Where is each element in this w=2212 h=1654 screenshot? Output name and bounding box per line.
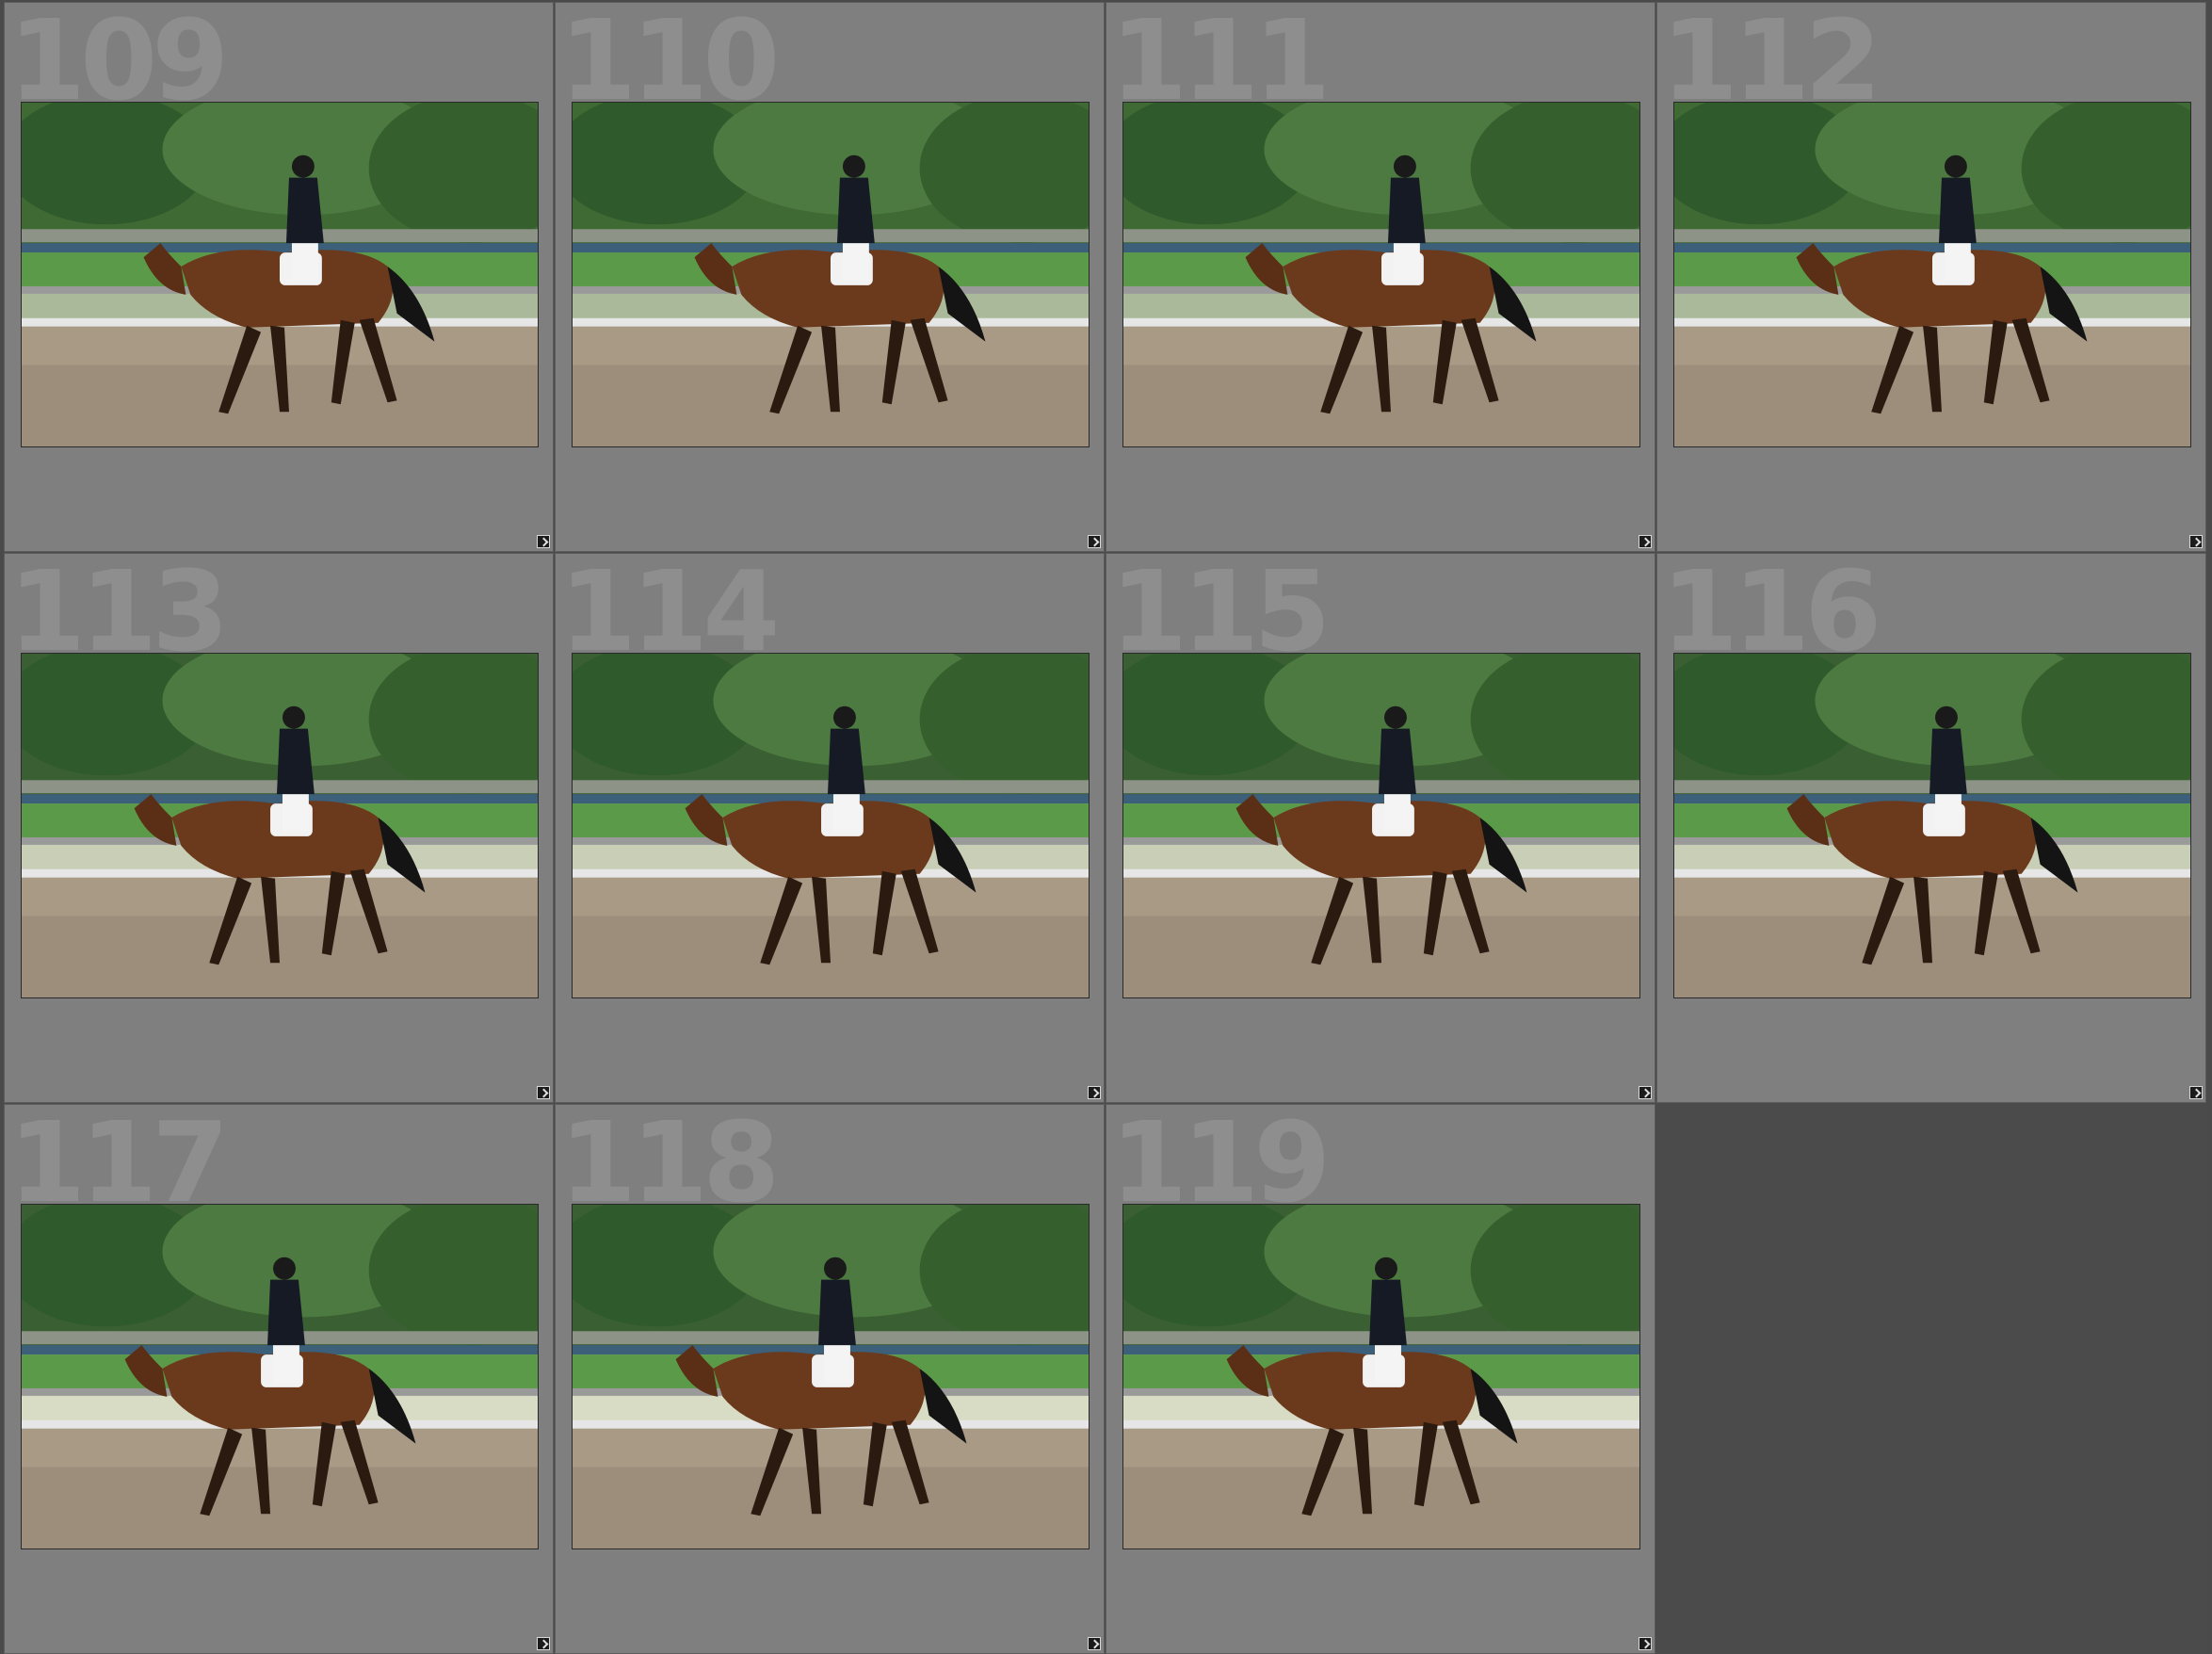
cell-index-number: 117 xyxy=(8,1104,229,1227)
photo-thumbnail[interactable] xyxy=(1122,1204,1640,1549)
cell-index-number: 112 xyxy=(1661,2,1881,125)
photo-thumbnail[interactable] xyxy=(572,1204,1090,1549)
edited-badge-icon[interactable] xyxy=(1088,1086,1101,1099)
edited-badge-icon[interactable] xyxy=(537,1637,550,1650)
grid-cell[interactable]: 115 xyxy=(1106,553,1655,1103)
grid-cell[interactable]: 114 xyxy=(555,553,1105,1103)
cell-index-number: 114 xyxy=(559,553,780,676)
edited-badge-icon[interactable] xyxy=(1639,1637,1652,1650)
grid-cell[interactable]: 109 xyxy=(4,2,554,552)
grid-cell[interactable]: 113 xyxy=(4,553,554,1103)
photo-thumbnail[interactable] xyxy=(572,102,1090,447)
edited-badge-icon[interactable] xyxy=(1639,1086,1652,1099)
edited-badge-icon[interactable] xyxy=(1639,535,1652,548)
cell-index-number: 115 xyxy=(1110,553,1331,676)
edited-badge-icon[interactable] xyxy=(2189,1086,2203,1099)
edited-badge-icon[interactable] xyxy=(2189,535,2203,548)
photo-thumbnail[interactable] xyxy=(572,653,1090,998)
grid-cell[interactable]: 118 xyxy=(555,1104,1105,1654)
edited-badge-icon[interactable] xyxy=(1088,535,1101,548)
grid-cell[interactable]: 111 xyxy=(1106,2,1655,552)
photo-thumbnail[interactable] xyxy=(21,653,539,998)
photo-thumbnail[interactable] xyxy=(21,1204,539,1549)
edited-badge-icon[interactable] xyxy=(537,535,550,548)
grid-cell[interactable]: 112 xyxy=(1656,2,2206,552)
edited-badge-icon[interactable] xyxy=(537,1086,550,1099)
photo-thumbnail[interactable] xyxy=(1673,102,2191,447)
cell-index-number: 116 xyxy=(1661,553,1881,676)
empty-grid-cell xyxy=(1656,1104,2206,1654)
cell-index-number: 109 xyxy=(8,2,229,125)
cell-index-number: 113 xyxy=(8,553,229,676)
edited-badge-icon[interactable] xyxy=(1088,1637,1101,1650)
cell-index-number: 118 xyxy=(559,1104,780,1227)
cell-index-number: 111 xyxy=(1110,2,1331,125)
filmstrip-grid: 109 110 111 112 113 114 115 116 117 118 … xyxy=(0,0,2212,1654)
photo-thumbnail[interactable] xyxy=(1673,653,2191,998)
photo-thumbnail[interactable] xyxy=(1122,653,1640,998)
grid-cell[interactable]: 110 xyxy=(555,2,1105,552)
grid-cell[interactable]: 116 xyxy=(1656,553,2206,1103)
photo-thumbnail[interactable] xyxy=(1122,102,1640,447)
grid-cell[interactable]: 117 xyxy=(4,1104,554,1654)
grid-cell[interactable]: 119 xyxy=(1106,1104,1655,1654)
cell-index-number: 110 xyxy=(559,2,780,125)
photo-thumbnail[interactable] xyxy=(21,102,539,447)
cell-index-number: 119 xyxy=(1110,1104,1331,1227)
